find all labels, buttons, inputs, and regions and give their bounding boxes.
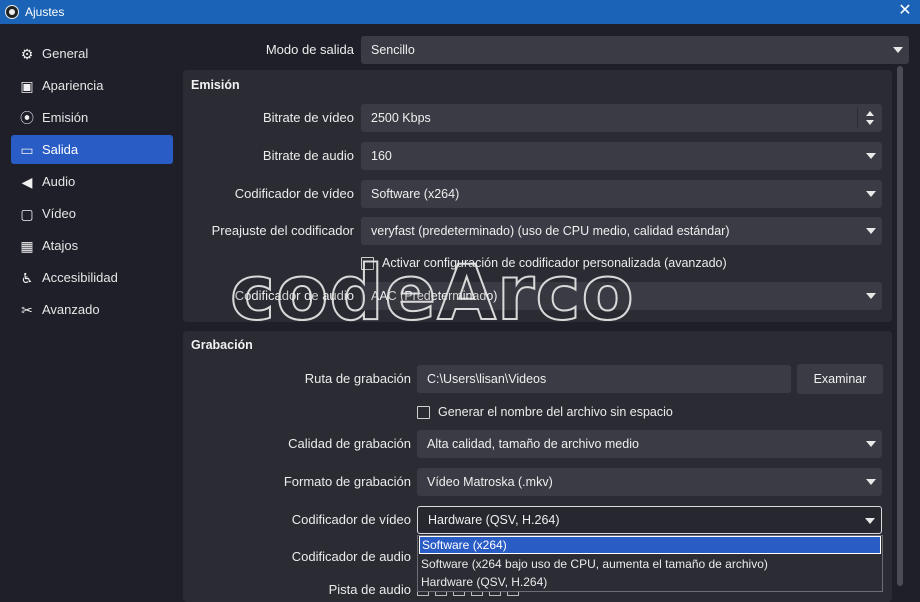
- sidebar-item-label: Audio: [42, 174, 76, 189]
- video-bitrate-spinbox[interactable]: 2500 Kbps: [361, 104, 882, 132]
- chevron-down-icon: [866, 228, 876, 234]
- recording-video-encoder-label: Codificador de vídeo: [291, 512, 411, 527]
- sidebar-item-label: Emisión: [42, 110, 89, 125]
- checkbox-box[interactable]: [417, 405, 430, 419]
- vertical-scrollbar[interactable]: [897, 66, 903, 586]
- appearance-icon: ▣: [20, 77, 34, 94]
- speaker-icon: ◀: [21, 173, 33, 190]
- chevron-down-icon: [865, 518, 875, 524]
- video-bitrate-label: Bitrate de vídeo: [262, 110, 354, 125]
- stream-video-encoder-label: Codificador de vídeo: [234, 186, 354, 201]
- recording-format-value: Vídeo Matroska (.mkv): [427, 475, 553, 489]
- dropdown-option[interactable]: Hardware (QSV, H.264): [419, 573, 881, 591]
- recording-audio-encoder-label: Codificador de audio: [291, 549, 411, 564]
- sidebar-item-hotkeys[interactable]: ▦ Atajos: [11, 231, 173, 260]
- recording-quality-label: Calidad de grabación: [288, 436, 411, 451]
- chevron-down-icon: [866, 293, 876, 299]
- broadcast-icon: ⦿: [20, 109, 34, 126]
- keyboard-icon: ▦: [20, 237, 34, 254]
- audio-bitrate-label: Bitrate de audio: [262, 148, 354, 163]
- obs-logo-icon: [5, 5, 19, 19]
- spin-separator: [857, 108, 858, 128]
- output-icon: ▭: [20, 141, 34, 158]
- watermark-text: codeArco: [229, 247, 635, 338]
- streaming-group-title: Emisión: [191, 78, 240, 92]
- recording-format-label: Formato de grabación: [283, 474, 411, 489]
- recording-quality-select[interactable]: Alta calidad, tamaño de archivo medio: [417, 430, 882, 458]
- recording-video-encoder-select[interactable]: Hardware (QSV, H.264): [417, 506, 882, 534]
- video-bitrate-value: 2500 Kbps: [371, 111, 431, 125]
- no-space-filename-checkbox[interactable]: Generar el nombre del archivo sin espaci…: [417, 405, 673, 419]
- close-icon[interactable]: ✕: [896, 2, 914, 20]
- sidebar-item-video[interactable]: ▢ Vídeo: [11, 199, 173, 228]
- sidebar-item-label: General: [42, 46, 89, 61]
- sidebar-item-stream[interactable]: ⦿ Emisión: [11, 103, 173, 132]
- sidebar-item-label: Avanzado: [42, 302, 100, 317]
- spin-up-icon[interactable]: [866, 111, 874, 116]
- recording-group-title: Grabación: [191, 338, 253, 352]
- monitor-icon: ▢: [20, 205, 34, 222]
- stream-video-encoder-select[interactable]: Software (x264): [361, 180, 882, 208]
- sidebar-item-label: Salida: [42, 142, 79, 157]
- dropdown-option[interactable]: Software (x264 bajo uso de CPU, aumenta …: [419, 555, 881, 573]
- encoder-preset-select[interactable]: veryfast (predeterminado) (uso de CPU me…: [361, 217, 882, 245]
- browse-button[interactable]: Examinar: [797, 364, 883, 394]
- chevron-down-icon: [866, 479, 876, 485]
- tools-icon: ✂: [21, 301, 33, 318]
- output-mode-label: Modo de salida: [265, 42, 354, 57]
- chevron-down-icon: [866, 191, 876, 197]
- recording-path-input[interactable]: C:\Users\lisan\Videos: [417, 365, 791, 393]
- sidebar-item-audio[interactable]: ◀ Audio: [11, 167, 173, 196]
- sidebar-item-advanced[interactable]: ✂ Avanzado: [11, 295, 173, 324]
- chevron-down-icon: [866, 153, 876, 159]
- accessibility-icon: ♿: [20, 269, 34, 286]
- output-mode-select[interactable]: Sencillo: [361, 36, 909, 64]
- chevron-down-icon: [893, 47, 903, 53]
- sidebar-item-general[interactable]: ⚙ General: [11, 39, 173, 68]
- recording-path-label: Ruta de grabación: [304, 371, 411, 386]
- gear-icon: ⚙: [20, 45, 34, 62]
- sidebar-item-accessibility[interactable]: ♿ Accesibilidad: [11, 263, 173, 292]
- sidebar-item-label: Atajos: [42, 238, 79, 253]
- audio-track-label: Pista de audio: [328, 582, 411, 597]
- recording-quality-value: Alta calidad, tamaño de archivo medio: [427, 437, 639, 451]
- dropdown-option[interactable]: Software (x264): [419, 536, 881, 554]
- audio-bitrate-select[interactable]: 160: [361, 142, 882, 170]
- audio-bitrate-value: 160: [371, 149, 392, 163]
- sidebar-item-output[interactable]: ▭ Salida: [11, 135, 173, 164]
- stream-video-encoder-value: Software (x264): [371, 187, 460, 201]
- sidebar-item-appearance[interactable]: ▣ Apariencia: [11, 71, 173, 100]
- sidebar-item-label: Accesibilidad: [42, 270, 118, 285]
- recording-video-encoder-value: Hardware (QSV, H.264): [428, 513, 560, 527]
- spin-down-icon[interactable]: [866, 120, 874, 125]
- recording-path-value: C:\Users\lisan\Videos: [427, 372, 547, 386]
- window-title: Ajustes: [25, 5, 65, 19]
- encoder-preset-value: veryfast (predeterminado) (uso de CPU me…: [371, 224, 730, 238]
- settings-sidebar: ⚙ General ▣ Apariencia ⦿ Emisión ▭ Salid…: [0, 24, 180, 602]
- title-bar: Ajustes ✕: [0, 0, 920, 24]
- encoder-preset-label: Preajuste del codificador: [211, 223, 354, 238]
- output-mode-value: Sencillo: [371, 43, 415, 57]
- recording-format-select[interactable]: Vídeo Matroska (.mkv): [417, 468, 882, 496]
- sidebar-item-label: Vídeo: [42, 206, 76, 221]
- sidebar-item-label: Apariencia: [42, 78, 104, 93]
- no-space-filename-label: Generar el nombre del archivo sin espaci…: [438, 405, 673, 419]
- video-encoder-dropdown-list: Software (x264) Software (x264 bajo uso …: [417, 535, 883, 592]
- chevron-down-icon: [866, 441, 876, 447]
